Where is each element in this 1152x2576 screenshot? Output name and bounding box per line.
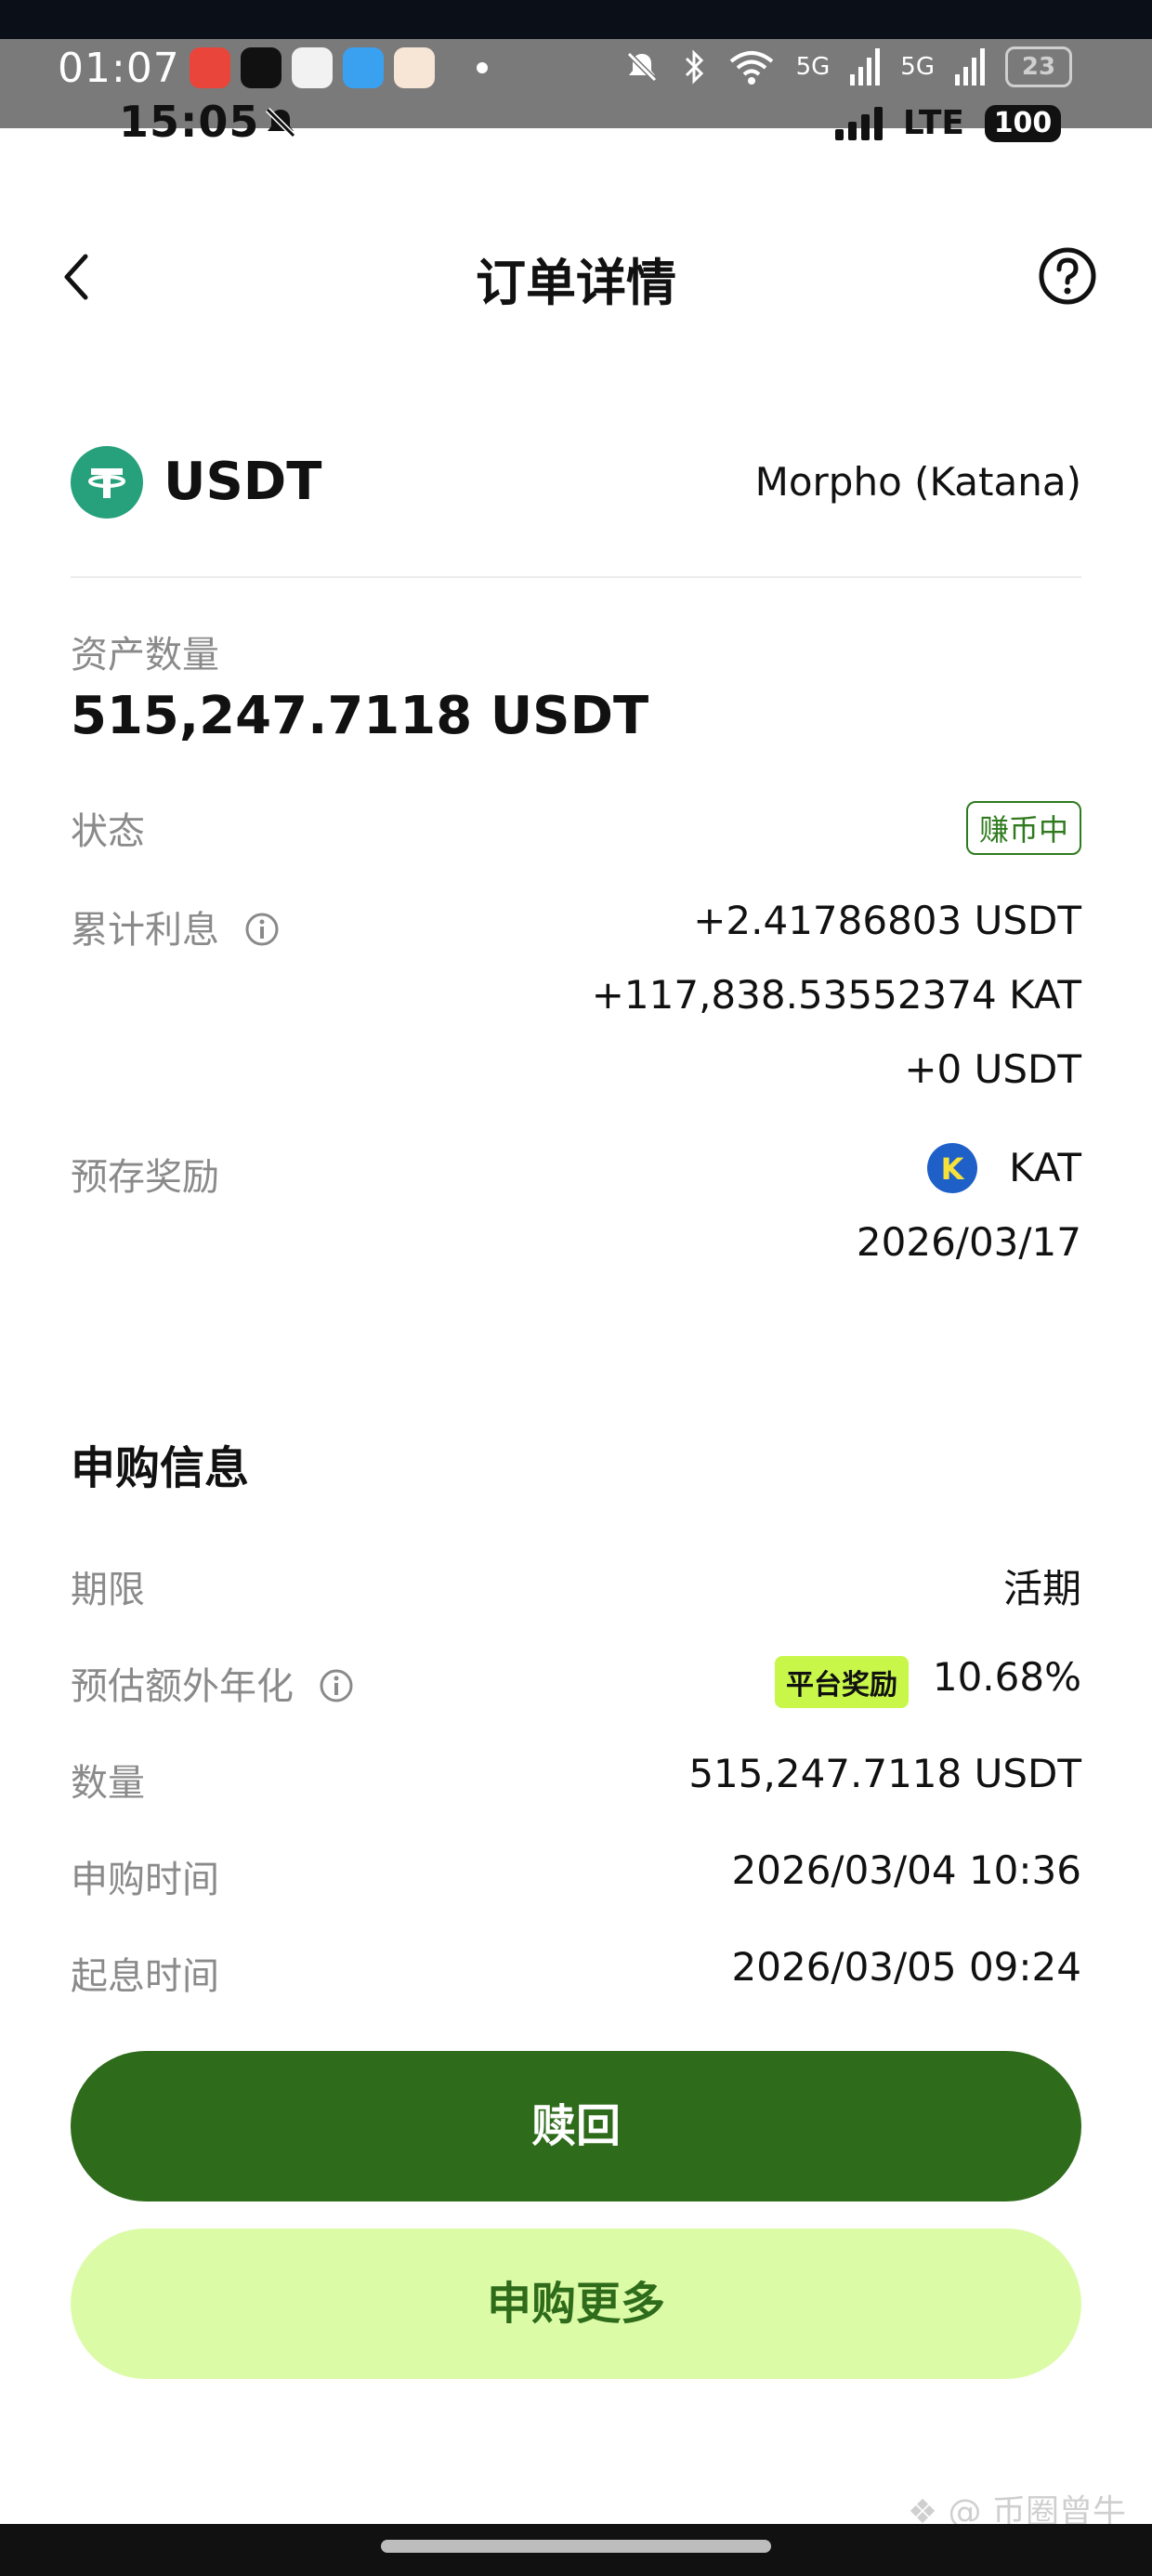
overlay-time: 01:07 [58, 45, 180, 92]
cellular-signal-icon [850, 48, 881, 85]
apr-label: 预估额外年化 [71, 1665, 294, 1708]
app-notification-icon [190, 47, 230, 88]
start-time-label: 起息时间 [71, 1955, 219, 1998]
info-icon[interactable] [244, 912, 280, 947]
more-notifications-dot [477, 62, 488, 73]
battery-indicator: 100 [985, 104, 1061, 142]
bluetooth-icon [685, 49, 703, 85]
subscription-section-title: 申购信息 [71, 1442, 250, 1494]
tether-logo-icon [71, 446, 143, 519]
interest-kat: +117,838.53552374 KAT [591, 972, 1081, 1018]
redeem-button[interactable]: 赎回 [71, 2051, 1081, 2201]
app-notification-icon [292, 47, 333, 88]
signal-strength-icon [834, 106, 883, 140]
cellular-5g-label: 5G [900, 53, 935, 81]
term-value: 活期 [1002, 1566, 1081, 1611]
kat-icon-letter: K [941, 1151, 965, 1187]
interest-usdt-extra: +0 USDT [904, 1046, 1081, 1092]
asset-amount: 515,247.7118 USDT [71, 686, 649, 746]
reward-token: KAT [1009, 1145, 1081, 1190]
wifi-icon [729, 51, 773, 85]
top-black-bar [0, 0, 1152, 39]
platform-reward-badge: 平台奖励 [775, 1656, 909, 1708]
divider [71, 576, 1081, 578]
page-title: 订单详情 [476, 254, 676, 312]
kat-token-icon: K [927, 1143, 977, 1193]
status-icons: LTE 100 [834, 104, 1061, 142]
protocol-name: Morpho (Katana) [754, 459, 1081, 505]
term-label: 期限 [71, 1569, 145, 1611]
weather-notification-icon [343, 47, 384, 88]
overlay-status-icons: 5G 5G 23 [623, 46, 1072, 87]
interest-label: 累计利息 [71, 909, 219, 952]
cellular-signal-icon [955, 48, 985, 85]
asset-symbol: USDT [164, 452, 322, 512]
start-time-value: 2026/03/05 09:24 [731, 1944, 1081, 1990]
avatar-notification-icon [394, 47, 435, 88]
apr-value: 10.68% [932, 1654, 1081, 1700]
page-header: 订单详情 [0, 223, 1152, 325]
info-icon[interactable] [319, 1668, 354, 1703]
subscribe-time-label: 申购时间 [71, 1859, 219, 1901]
status-badge: 赚币中 [965, 801, 1081, 855]
notification-app-icons [190, 47, 488, 88]
help-icon[interactable] [1037, 245, 1098, 307]
quantity-label: 数量 [71, 1762, 145, 1805]
quantity-value: 515,247.7118 USDT [688, 1751, 1081, 1796]
reward-label: 预存奖励 [71, 1156, 219, 1199]
tiktok-notification-icon [241, 47, 281, 88]
interest-label-row: 累计利息 [71, 900, 280, 953]
asset-row: USDT Morpho (Katana) [71, 437, 1081, 530]
subscribe-more-button[interactable]: 申购更多 [71, 2228, 1081, 2379]
battery-indicator: 23 [1005, 46, 1072, 87]
status-label: 状态 [71, 810, 145, 853]
reward-date: 2026/03/17 [856, 1219, 1081, 1265]
status-time: 15:05 [119, 97, 260, 147]
network-type: LTE [902, 104, 964, 142]
cellular-5g-label: 5G [795, 53, 831, 81]
apr-label-row: 预估额外年化 [71, 1656, 354, 1710]
bell-mute-icon [265, 107, 296, 138]
subscribe-time-value: 2026/03/04 10:36 [731, 1847, 1081, 1893]
amount-label: 资产数量 [71, 634, 219, 677]
interest-usdt: +2.41786803 USDT [693, 898, 1081, 943]
bell-mute-icon [626, 51, 657, 83]
home-indicator[interactable] [381, 2540, 771, 2553]
